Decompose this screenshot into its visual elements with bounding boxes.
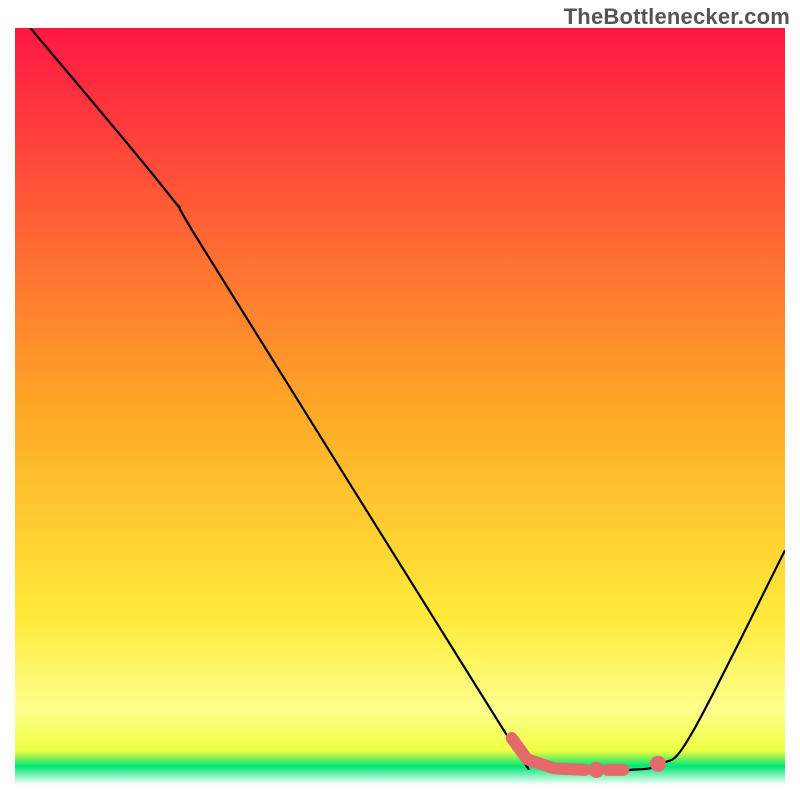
attribution-label: TheBottlenecker.com	[564, 4, 790, 30]
bottleneck-chart	[0, 0, 800, 800]
gradient-background	[15, 28, 785, 785]
chart-container: TheBottlenecker.com	[0, 0, 800, 800]
